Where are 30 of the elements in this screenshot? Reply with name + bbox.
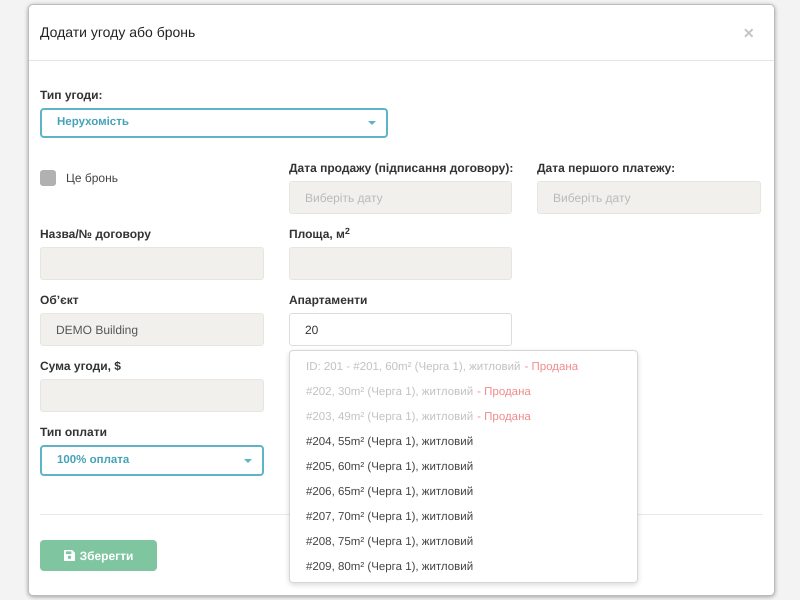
dropdown-option[interactable]: #207, 70m² (Черга 1), житловий (290, 505, 637, 530)
dropdown-option[interactable]: #209, 80m² (Черга 1), житловий (290, 555, 637, 580)
dropdown-option[interactable]: #206, 65m² (Черга 1), житловий (290, 480, 637, 505)
caret-icon (368, 121, 376, 125)
search-input[interactable]: 20 (289, 313, 512, 346)
field-label: Назва/№ договору (40, 226, 151, 242)
dialog-title: Додати угоду або бронь (40, 23, 196, 42)
checkbox-label: Це бронь (66, 170, 118, 187)
checkbox[interactable] (40, 170, 56, 186)
sold-status: - Продана (524, 360, 578, 375)
dropdown-option[interactable]: #204, 55m² (Черга 1), житловий (290, 430, 637, 455)
field-label: Тип угоди: (40, 87, 103, 103)
dropdown-option[interactable]: #208, 75m² (Черга 1), житловий (290, 530, 637, 555)
date-input[interactable]: Виберіть дату (289, 181, 512, 214)
field-label: Площа, м$^{2}$ (289, 226, 350, 242)
sold-status: - Продана (477, 410, 531, 425)
date-input[interactable]: Виберіть дату (537, 181, 761, 214)
text-input[interactable] (40, 247, 264, 280)
text-input[interactable] (289, 247, 512, 280)
field-label: Тип оплати (40, 424, 107, 440)
field-label: Апартаменти (289, 292, 368, 308)
field-label: Дата продажу (підписання договору): (289, 160, 514, 176)
text-input[interactable]: DEMO Building (40, 313, 264, 346)
text-input[interactable] (40, 379, 264, 412)
field-label: Дата першого платежу: (537, 160, 676, 176)
dropdown-option[interactable]: #205, 60m² (Черга 1), житловий (290, 455, 637, 480)
sold-status: - Продана (477, 384, 531, 400)
field-label: Сума угоди, $ (40, 358, 121, 374)
field-label: Об’єкт (40, 292, 79, 308)
caret-icon (244, 458, 252, 462)
